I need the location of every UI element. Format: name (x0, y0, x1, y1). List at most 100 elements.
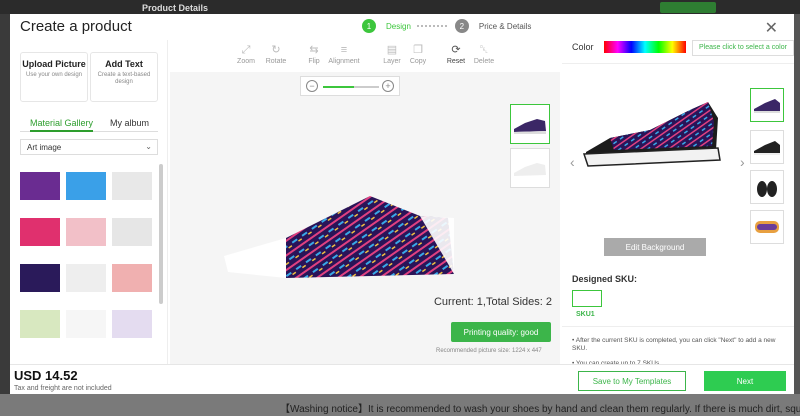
tab-material-gallery[interactable]: Material Gallery (30, 118, 94, 132)
shoe-design-preview (224, 196, 454, 278)
price: USD 14.52 (14, 368, 78, 383)
tool-label: Flip (308, 58, 320, 65)
flip-icon: ⇆ (309, 44, 319, 56)
sides-count: Current: 1,Total Sides: 2 (433, 296, 552, 308)
material-thumbnail[interactable] (112, 172, 152, 200)
tool-delete[interactable]: ␡ Delete (468, 44, 500, 65)
tab-my-album[interactable]: My album (110, 118, 149, 128)
sku-name: SKU1 (576, 311, 595, 318)
divider (562, 326, 794, 327)
sku-note-1-text: After the current SKU is completed, you … (572, 337, 776, 352)
material-thumbnail[interactable] (20, 264, 60, 292)
step-connector (416, 25, 447, 27)
color-label: Color (572, 42, 594, 52)
step-2-label: Price & Details (478, 21, 532, 31)
left-panel: Upload Picture Use your own design Add T… (10, 40, 168, 364)
modal-header: Create a product 1 Design 2 Price & Deta… (10, 14, 794, 40)
shoe-side-icon (754, 99, 780, 113)
shoe-side-icon (514, 119, 546, 134)
step-indicator: 1 Design 2 Price & Details (362, 19, 531, 33)
step-1-label: Design (386, 21, 411, 31)
tool-flip[interactable]: ⇆ Flip (298, 44, 330, 65)
recommended-size: Recommended picture size: 1224 x 447 (436, 348, 542, 354)
modal-title: Create a product (20, 18, 132, 35)
prev-arrow-icon[interactable]: ‹ (570, 154, 575, 170)
zoom-icon: ⤢ (241, 44, 251, 56)
upload-picture-subtitle: Use your own design (25, 72, 83, 78)
design-toolbar: ⤢ Zoom ↻ Rotate ⇆ Flip ≡ Alignment ▤ Layer ❐ Copy ⟳ R… (170, 40, 560, 72)
shoe-pair-icon (757, 181, 777, 197)
gallery-tabs: Material Gallery My album (20, 116, 158, 132)
side-thumbnail-1[interactable] (510, 104, 550, 144)
preview-thumbnail-3[interactable] (750, 170, 784, 204)
designed-sku-label: Designed SKU: (572, 274, 638, 284)
sku-swatch[interactable] (572, 290, 602, 307)
zoom-slider[interactable] (323, 86, 379, 88)
color-picker[interactable] (604, 41, 686, 53)
upload-picture-button[interactable]: Upload Picture Use your own design (20, 52, 88, 102)
material-thumbnail[interactable] (20, 172, 60, 200)
next-button[interactable]: Next (704, 371, 786, 391)
upload-picture-title: Upload Picture (22, 59, 86, 69)
shoe-side-icon (514, 163, 546, 176)
add-text-button[interactable]: Add Text Create a text-based design (90, 52, 158, 102)
sku-note-1: • After the current SKU is completed, yo… (572, 337, 776, 352)
chevron-down-icon: ⌄ (145, 142, 152, 151)
material-thumbnail[interactable] (66, 264, 106, 292)
background-sidebar (0, 14, 10, 394)
right-panel: Color Please click to select a color ‹ › (562, 40, 794, 367)
material-thumbnail[interactable] (20, 310, 60, 338)
tool-label: Delete (473, 58, 495, 65)
divider (562, 63, 794, 64)
delete-icon: ␡ (479, 44, 489, 56)
zoom-out-icon[interactable]: − (306, 80, 318, 92)
zoom-in-icon[interactable]: + (382, 80, 394, 92)
edit-background-button[interactable]: Edit Background (604, 238, 706, 256)
category-select[interactable]: Art image ⌄ (20, 139, 158, 155)
category-select-value: Art image (27, 143, 62, 152)
next-arrow-icon[interactable]: › (740, 154, 745, 170)
save-to-templates-button[interactable]: Save to My Templates (578, 371, 686, 391)
copy-icon: ❐ (413, 44, 423, 56)
shoe-sole-icon (755, 221, 779, 233)
print-quality-button[interactable]: Printing quality: good (451, 322, 551, 342)
tool-zoom[interactable]: ⤢ Zoom (230, 44, 262, 65)
tool-label: Rotate (265, 58, 287, 65)
tool-rotate[interactable]: ↻ Rotate (260, 44, 292, 65)
material-thumbnail[interactable] (112, 310, 152, 338)
design-canvas-area: ⤢ Zoom ↻ Rotate ⇆ Flip ≡ Alignment ▤ Layer ❐ Copy ⟳ R… (170, 40, 560, 364)
tool-alignment[interactable]: ≡ Alignment (328, 44, 360, 65)
preview-thumbnail-2[interactable] (750, 130, 784, 164)
product-preview-image (582, 102, 721, 167)
shoe-side-icon (754, 141, 780, 155)
background-notice: 【Washing notice】It is recommended to was… (280, 404, 800, 415)
material-thumbnail[interactable] (66, 310, 106, 338)
material-thumbnail[interactable] (20, 218, 60, 246)
material-thumbnail[interactable] (112, 218, 152, 246)
step-2-number: 2 (454, 19, 469, 33)
material-thumbnail[interactable] (66, 218, 106, 246)
close-icon[interactable]: ✕ (765, 18, 778, 38)
material-thumbnail[interactable] (66, 172, 106, 200)
preview-thumbnail-4[interactable] (750, 210, 784, 244)
tool-label: Zoom (237, 58, 255, 65)
alignment-icon: ≡ (340, 44, 348, 56)
background-button (660, 2, 716, 13)
tool-label: Alignment (328, 58, 360, 65)
rotate-icon: ↻ (271, 44, 281, 56)
add-text-title: Add Text (105, 59, 143, 69)
zoom-slider-fill (323, 86, 354, 88)
tool-label: Copy (409, 58, 427, 65)
preview-thumbnail-1[interactable] (750, 88, 784, 122)
create-product-modal: Create a product 1 Design 2 Price & Deta… (10, 14, 794, 394)
modal-footer: USD 14.52 Tax and freight are not includ… (10, 364, 794, 394)
gallery-scrollbar[interactable] (159, 164, 163, 304)
color-hint: Please click to select a color (692, 40, 794, 56)
add-text-subtitle: Create a text-based design (97, 72, 151, 85)
tool-copy[interactable]: ❐ Copy (402, 44, 434, 65)
material-thumbnail[interactable] (112, 264, 152, 292)
background-title: Product Details (142, 3, 209, 13)
step-1-number: 1 (362, 19, 376, 33)
side-thumbnail-2[interactable] (510, 148, 550, 188)
zoom-control[interactable]: − + (300, 76, 400, 96)
